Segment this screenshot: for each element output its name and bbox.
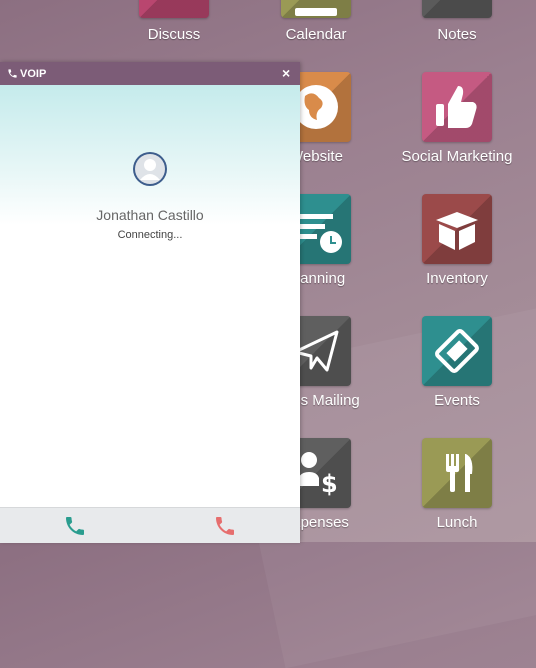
voip-call-view: Jonathan Castillo Connecting... xyxy=(0,85,300,507)
svg-text:$: $ xyxy=(321,470,338,498)
avatar xyxy=(133,152,167,186)
app-label: Social Marketing xyxy=(401,148,513,165)
accept-call-button[interactable] xyxy=(62,514,88,538)
app-label: Calendar xyxy=(285,26,347,43)
chat-icon xyxy=(139,0,209,18)
app-label: Lunch xyxy=(436,514,478,531)
call-status: Connecting... xyxy=(117,229,183,241)
close-icon[interactable]: × xyxy=(282,65,290,81)
phone-icon xyxy=(8,69,17,78)
fork-knife-icon xyxy=(422,438,492,508)
voip-title: VOIP xyxy=(20,68,47,80)
hang-up-button[interactable] xyxy=(212,514,238,538)
contact-name: Jonathan Castillo xyxy=(96,207,204,223)
notes-icon xyxy=(422,0,492,18)
thumbs-up-icon xyxy=(422,72,492,142)
voip-panel: VOIP × Jonathan Castillo Connecting... xyxy=(0,62,300,543)
app-label: Inventory xyxy=(426,270,488,287)
calendar-icon xyxy=(281,0,351,18)
voip-header[interactable]: VOIP × xyxy=(0,62,300,85)
app-label: Discuss xyxy=(147,26,201,43)
app-label: Events xyxy=(434,392,480,409)
call-actions-bar xyxy=(0,507,300,543)
box-icon xyxy=(422,194,492,264)
ticket-icon xyxy=(422,316,492,386)
app-label: Notes xyxy=(437,26,477,43)
